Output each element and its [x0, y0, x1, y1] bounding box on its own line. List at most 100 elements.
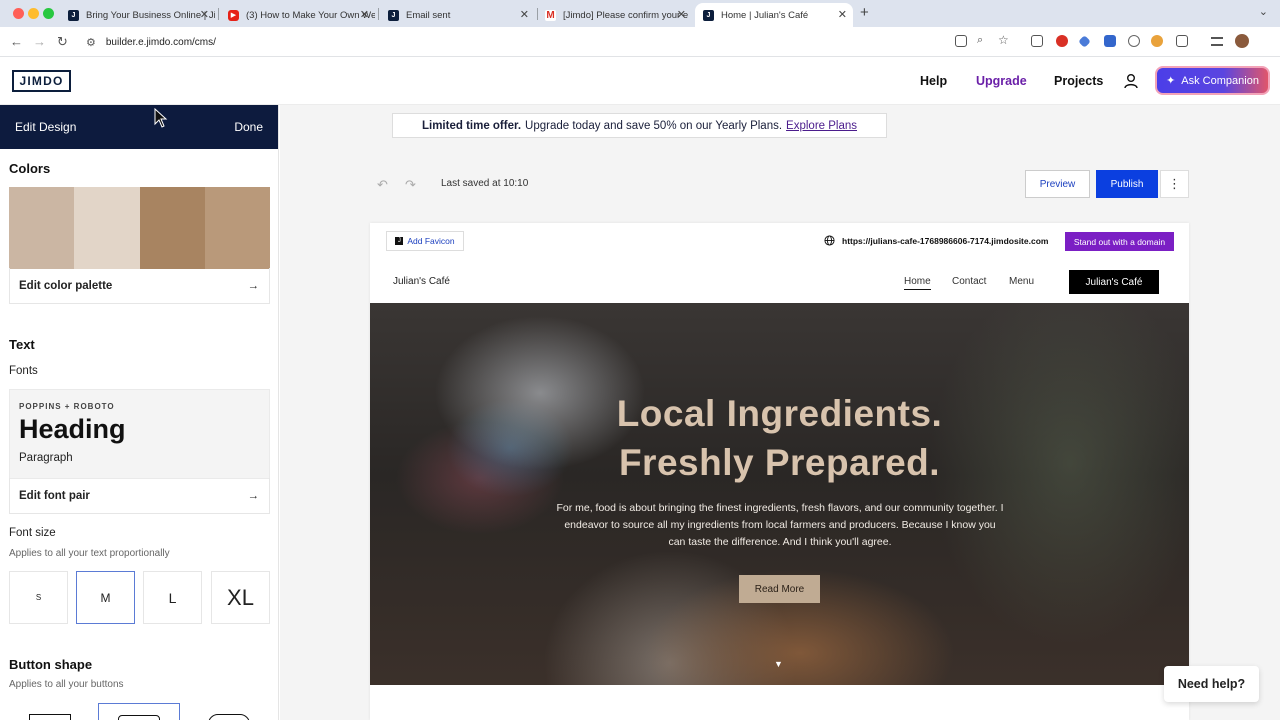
redo-icon[interactable]: ↷: [405, 177, 416, 193]
reload-icon[interactable]: ↻: [57, 34, 68, 50]
explore-plans-link[interactable]: Explore Plans: [786, 120, 857, 132]
help-link[interactable]: Help: [920, 74, 947, 88]
extensions-puzzle-icon[interactable]: [1176, 35, 1188, 47]
color-palette[interactable]: [9, 187, 270, 269]
forward-icon[interactable]: →: [33, 34, 46, 49]
app-header: JIMDO Help Upgrade Projects ✦ Ask Compan…: [0, 58, 1280, 105]
font-size-hint: Applies to all your text proportionally: [9, 548, 170, 559]
font-size-xl-button[interactable]: XL: [211, 571, 270, 624]
site-nav-cta-button[interactable]: Julian's Café: [1069, 270, 1159, 294]
close-tab-icon[interactable]: ✕: [520, 8, 529, 21]
stand-out-domain-button[interactable]: Stand out with a domain: [1065, 232, 1174, 251]
ask-companion-button[interactable]: ✦ Ask Companion: [1155, 66, 1270, 95]
browser-tab-2[interactable]: ▶ (3) How to Make Your Own We ✕: [220, 3, 375, 27]
preview-button[interactable]: Preview: [1025, 170, 1090, 198]
close-tab-icon[interactable]: ✕: [200, 8, 209, 21]
arrow-right-icon: →: [247, 279, 260, 292]
browser-tab-3[interactable]: J Email sent ✕: [380, 3, 535, 27]
button-shape-rounded[interactable]: [98, 703, 180, 720]
edit-font-pair-label: Edit font pair: [19, 489, 90, 502]
font-pair-card[interactable]: POPPINS + ROBOTO Heading Paragraph: [9, 389, 270, 479]
add-favicon-label: Add Favicon: [407, 236, 455, 246]
done-button[interactable]: Done: [234, 120, 263, 134]
site-nav-home[interactable]: Home: [904, 276, 931, 290]
hero-title-line1: Local Ingredients.: [616, 393, 943, 434]
chevron-down-icon[interactable]: ⌄: [1259, 5, 1268, 18]
edit-color-palette-label: Edit color palette: [19, 279, 113, 292]
tab-title: Bring Your Business Online | Ji: [86, 9, 215, 21]
browser-tab-1[interactable]: J Bring Your Business Online | Ji ✕: [60, 3, 215, 27]
font-combo-label: POPPINS + ROBOTO: [19, 402, 115, 411]
design-sidebar: Edit Design Done Colors Edit color palet…: [0, 105, 279, 720]
hero-section[interactable]: Local Ingredients. Freshly Prepared. For…: [370, 303, 1189, 685]
maximize-window-button[interactable]: [43, 8, 54, 19]
need-help-button[interactable]: Need help?: [1164, 666, 1259, 702]
hero-description: For me, food is about bringing the fines…: [556, 502, 1004, 548]
palette-swatch-3: [139, 187, 205, 269]
close-tab-icon[interactable]: ✕: [360, 8, 369, 21]
site-settings-icon[interactable]: ⚙: [86, 36, 96, 49]
publish-button[interactable]: Publish: [1096, 170, 1158, 198]
reading-list-icon[interactable]: [1211, 37, 1223, 46]
bookmark-star-icon[interactable]: ☆: [998, 33, 1009, 47]
scroll-down-icon[interactable]: ▼: [774, 659, 783, 669]
close-tab-icon[interactable]: ✕: [677, 8, 686, 21]
site-nav-menu[interactable]: Menu: [1009, 276, 1034, 287]
extension-1-icon[interactable]: [1031, 35, 1043, 47]
profile-avatar[interactable]: [1235, 34, 1249, 48]
extension-4-icon[interactable]: [1104, 35, 1116, 47]
more-options-button[interactable]: ⋮: [1160, 170, 1189, 198]
edit-font-pair-button[interactable]: Edit font pair →: [9, 478, 270, 514]
undo-icon[interactable]: ↶: [377, 177, 388, 193]
arrow-right-icon: →: [247, 489, 260, 502]
colors-heading: Colors: [9, 161, 51, 176]
extension-5-icon[interactable]: [1128, 35, 1140, 47]
font-size-s-button[interactable]: S: [9, 571, 68, 624]
last-saved-status: Last saved at 10:10: [441, 178, 529, 189]
site-url-text: https://julians-cafe-1768986606-7174.jim…: [842, 235, 1049, 246]
youtube-favicon-icon: ▶: [228, 9, 239, 21]
palette-swatch-2: [74, 187, 140, 269]
new-tab-icon[interactable]: +: [860, 4, 869, 21]
font-heading-sample: Heading: [19, 414, 126, 444]
minimize-window-button[interactable]: [28, 8, 39, 19]
font-size-m-button[interactable]: M: [76, 571, 135, 624]
gmail-favicon-icon: M: [545, 9, 556, 21]
install-app-icon[interactable]: [955, 35, 967, 47]
browser-tab-4[interactable]: M [Jimdo] Please confirm your e ✕: [537, 3, 692, 27]
browser-tab-bar: J Bring Your Business Online | Ji ✕ ▶ (3…: [0, 0, 1280, 27]
font-size-l-button[interactable]: L: [143, 571, 202, 624]
offer-text: Upgrade today and save 50% on our Yearly…: [525, 119, 783, 132]
button-shape-pill[interactable]: [188, 703, 270, 720]
user-account-icon[interactable]: [1123, 73, 1139, 89]
button-shape-square[interactable]: [9, 703, 91, 720]
fonts-label: Fonts: [9, 365, 38, 377]
extension-2-icon[interactable]: [1056, 35, 1068, 47]
upgrade-link[interactable]: Upgrade: [976, 74, 1027, 88]
limited-offer-banner: Limited time offer. Upgrade today and sa…: [392, 113, 887, 138]
globe-icon: [824, 235, 835, 246]
tab-title: Email sent: [406, 9, 451, 21]
close-window-button[interactable]: [13, 8, 24, 19]
button-shape-hint: Applies to all your buttons: [9, 679, 124, 690]
read-more-button[interactable]: Read More: [739, 575, 820, 603]
editor-canvas: Limited time offer. Upgrade today and sa…: [280, 105, 1280, 720]
edit-color-palette-button[interactable]: Edit color palette →: [9, 268, 270, 304]
zoom-icon[interactable]: ⌕: [977, 34, 983, 47]
jimdo-favicon-icon: J: [388, 9, 399, 21]
font-size-s-label: S: [35, 593, 42, 602]
site-nav-contact[interactable]: Contact: [952, 276, 986, 287]
jimdo-icon: J: [395, 237, 404, 245]
sidebar-title: Edit Design: [15, 120, 77, 134]
extension-6-icon[interactable]: [1151, 35, 1163, 47]
jimdo-favicon-icon: J: [68, 9, 79, 21]
close-tab-icon[interactable]: ✕: [838, 8, 847, 21]
browser-tab-5[interactable]: J Home | Julian's Café ✕: [695, 3, 853, 27]
address-bar: ← → ↻ ⚙ builder.e.jimdo.com/cms/ ⌕ ☆: [0, 27, 1280, 57]
jimdo-logo[interactable]: JIMDO: [12, 70, 71, 92]
back-icon[interactable]: ←: [10, 34, 23, 49]
projects-link[interactable]: Projects: [1054, 74, 1103, 88]
offer-bold: Limited time offer.: [421, 119, 522, 132]
add-favicon-button[interactable]: J Add Favicon: [386, 231, 464, 251]
site-brand-name[interactable]: Julian's Café: [393, 276, 450, 287]
